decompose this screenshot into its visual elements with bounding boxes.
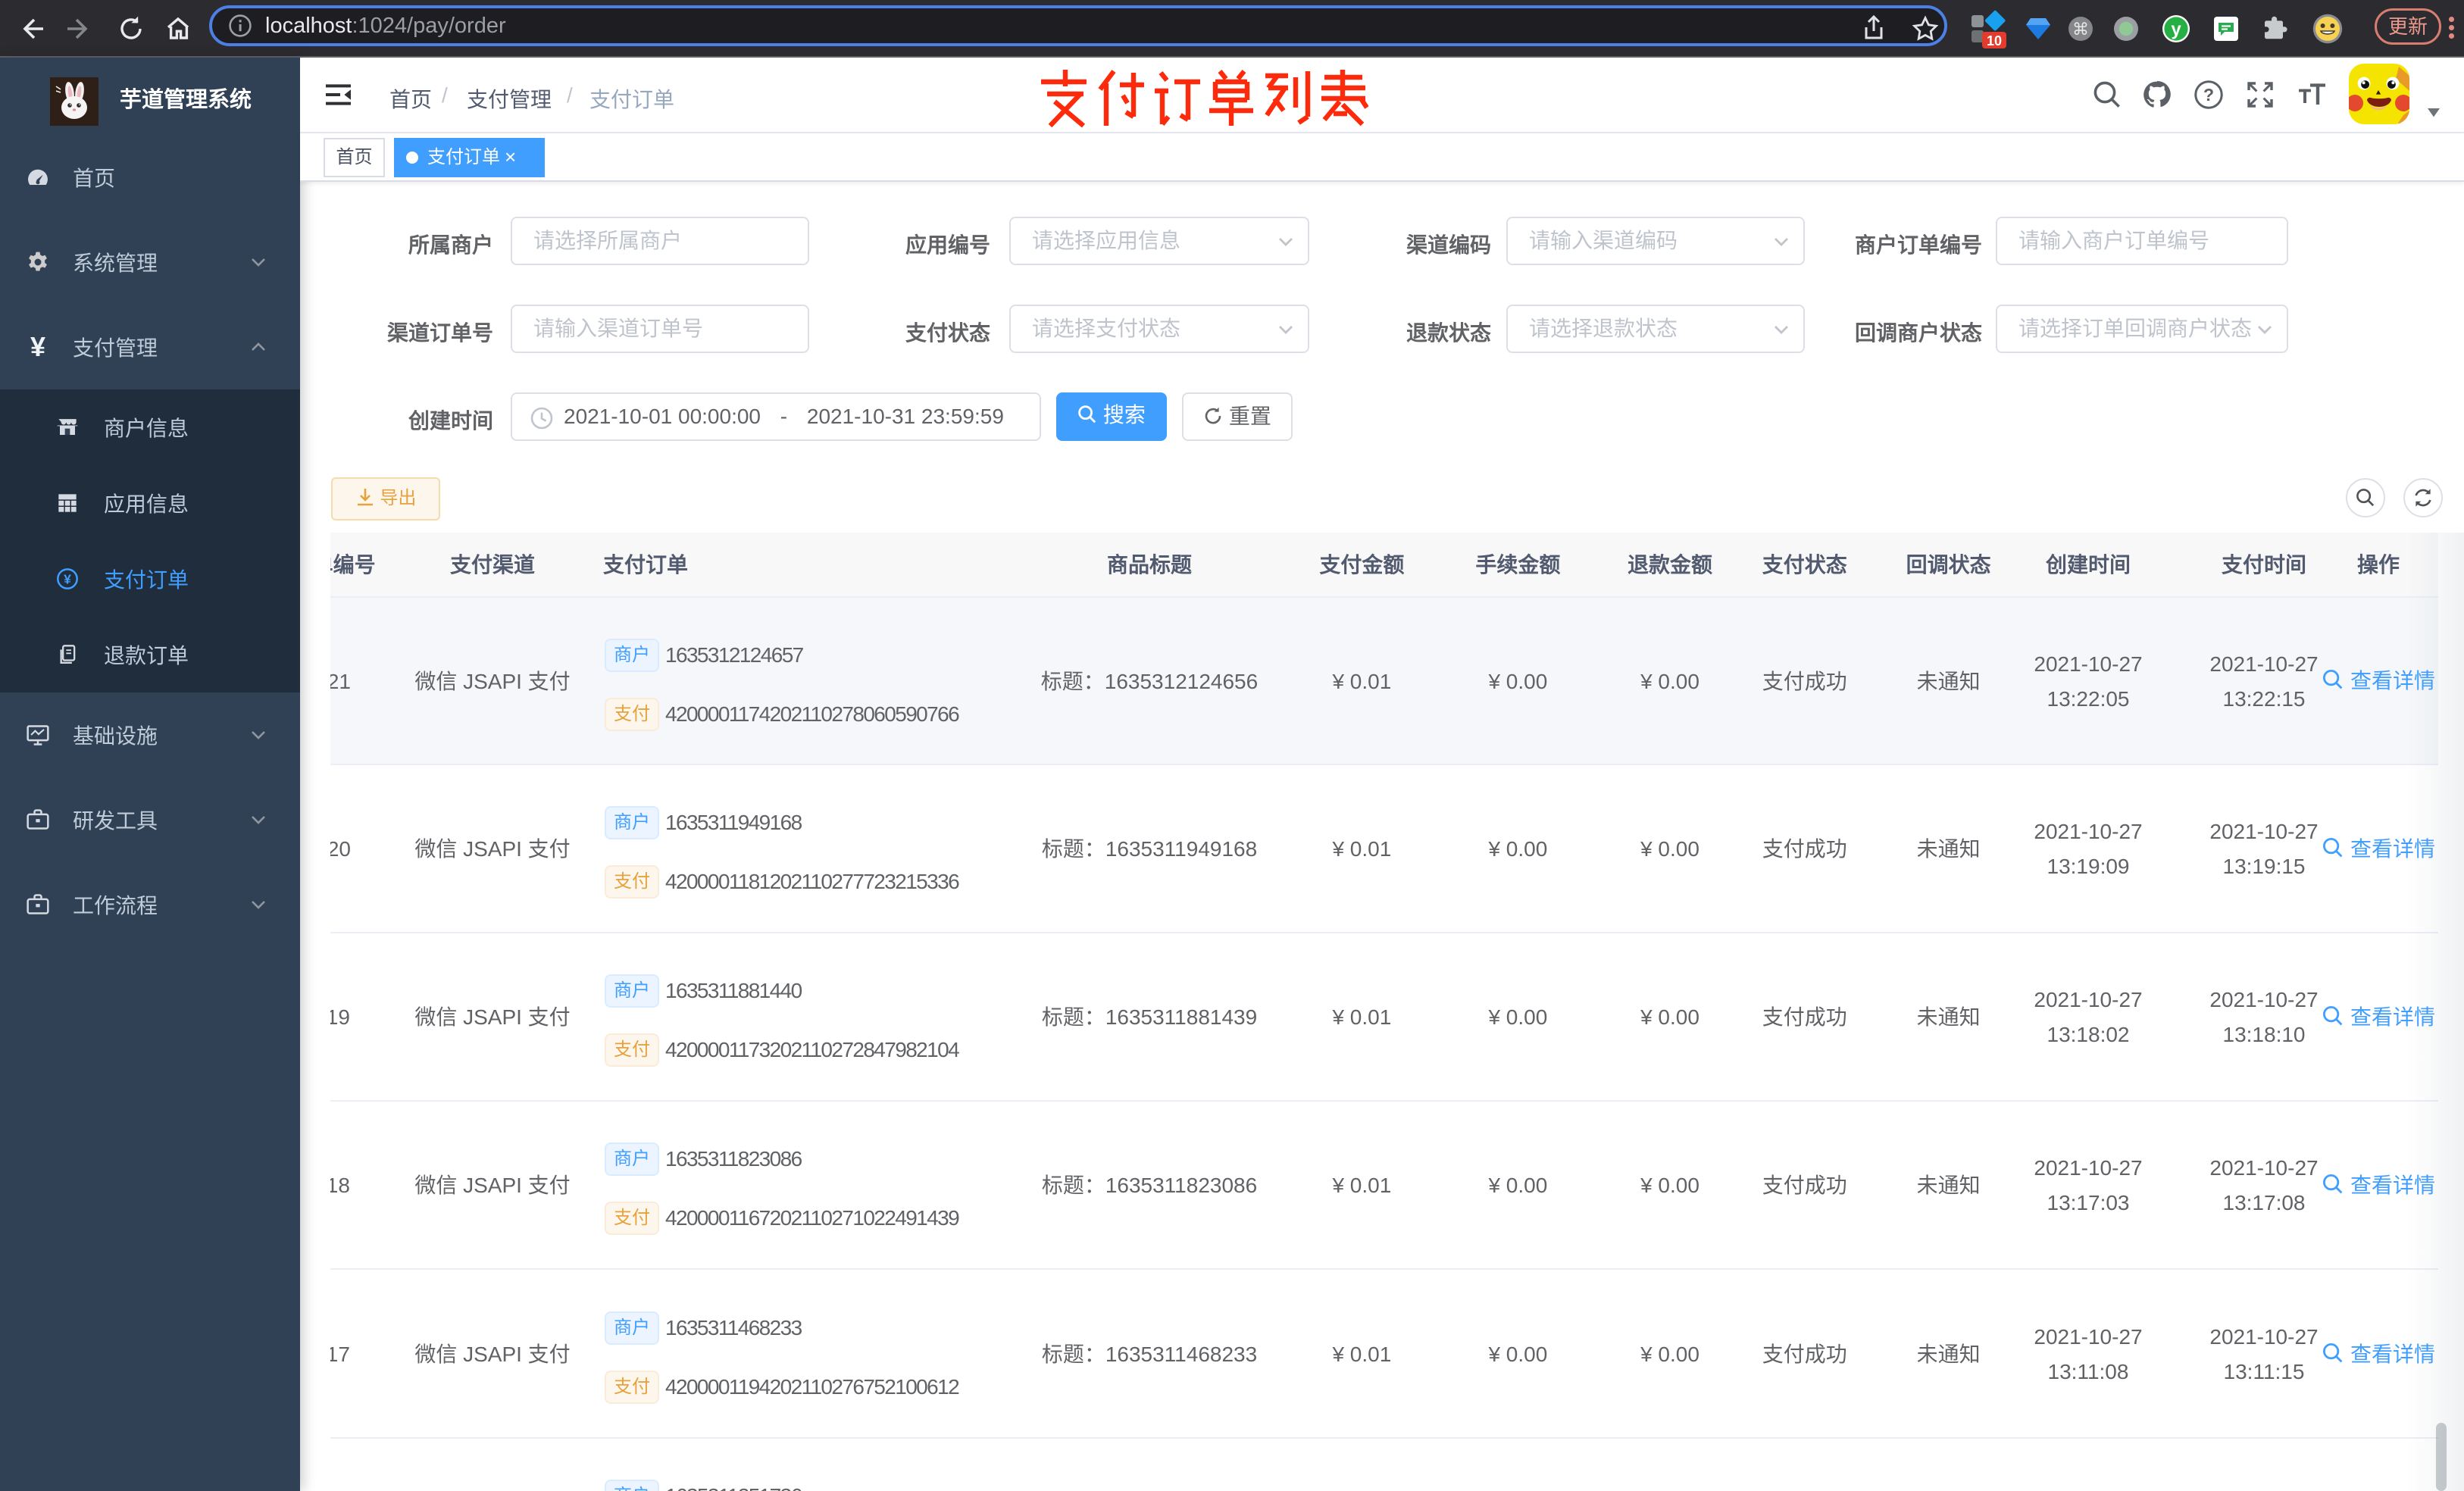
svg-text:¥: ¥ bbox=[64, 572, 71, 587]
